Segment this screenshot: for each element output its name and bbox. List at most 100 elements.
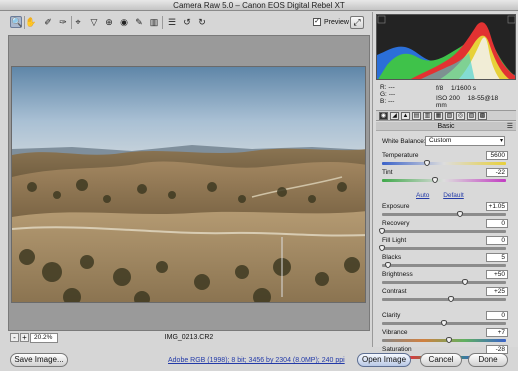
contrast-thumb[interactable] (448, 296, 455, 302)
done-button[interactable]: Done (468, 353, 508, 367)
g-value: --- (388, 91, 396, 99)
brush-icon[interactable]: ✎ (133, 16, 145, 28)
eyedropper-icon[interactable]: ✐ (42, 16, 54, 28)
workflow-options-link[interactable]: Adobe RGB (1998); 8 bit; 3456 by 2304 (8… (168, 357, 345, 364)
panel-menu-icon[interactable]: ☰ (507, 122, 513, 131)
rotate-right-icon[interactable]: ↻ (196, 16, 208, 28)
open-image-button[interactable]: Open Image (357, 353, 411, 367)
recovery-value-field[interactable]: 0 (486, 219, 508, 228)
brightness-label: Brightness (382, 271, 413, 278)
photo-preview (11, 66, 366, 303)
preview-checkbox[interactable]: ✓ (313, 18, 321, 26)
exposure-thumb[interactable] (457, 211, 464, 217)
straighten-icon[interactable]: ▽ (88, 16, 100, 28)
brightness-track[interactable] (382, 281, 506, 284)
info-readout: R: --- G: --- B: --- f/8 1/1600 s ISO 20… (376, 83, 516, 109)
rotate-left-icon[interactable]: ↺ (181, 16, 193, 28)
tab-lens-corrections[interactable]: ▦ (434, 112, 443, 120)
window-title: Camera Raw 5.0 – Canon EOS Digital Rebel… (0, 0, 518, 11)
contrast-track[interactable] (382, 298, 506, 301)
temperature-track[interactable] (382, 162, 506, 165)
graduated-filter-icon[interactable]: ▥ (148, 16, 160, 28)
clarity-label: Clarity (382, 312, 401, 319)
fill-light-track[interactable] (382, 247, 506, 250)
cancel-button[interactable]: Cancel (420, 353, 462, 367)
vibrance-slider[interactable]: Vibrance +7 (382, 328, 510, 346)
bottom-bar: Save Image... Adobe RGB (1998); 8 bit; 3… (0, 349, 518, 371)
brightness-slider[interactable]: Brightness +50 (382, 270, 510, 288)
temperature-thumb[interactable] (423, 160, 430, 166)
vibrance-value-field[interactable]: +7 (486, 328, 508, 337)
spot-removal-icon[interactable]: ⊕ (103, 16, 115, 28)
blacks-slider[interactable]: Blacks 5 (382, 253, 510, 271)
zoom-icon[interactable]: 🔍 (10, 16, 22, 28)
status-bar: - + 20.2% IMG_0213.CR2 (8, 332, 370, 344)
exposure-slider[interactable]: Exposure +1.05 (382, 202, 510, 220)
vibrance-label: Vibrance (382, 329, 408, 336)
image-preview-area[interactable] (8, 35, 370, 331)
tint-thumb[interactable] (432, 177, 439, 183)
brightness-value-field[interactable]: +50 (486, 270, 508, 279)
vibrance-track[interactable] (382, 339, 506, 342)
clarity-value-field[interactable]: 0 (486, 311, 508, 320)
blacks-thumb[interactable] (385, 262, 392, 268)
aperture-value: f/8 (436, 85, 444, 92)
tab-basic[interactable]: ◉ (379, 112, 388, 120)
fill-light-thumb[interactable] (379, 245, 385, 251)
tint-track[interactable] (382, 179, 506, 182)
red-eye-icon[interactable]: ◉ (118, 16, 130, 28)
tab-effects[interactable]: ▧ (445, 112, 454, 120)
fullscreen-icon[interactable]: ⤢ (350, 16, 364, 29)
recovery-track[interactable] (382, 230, 506, 233)
blacks-value-field[interactable]: 5 (486, 253, 508, 262)
rgb-readout: R: --- G: --- B: --- (380, 84, 395, 106)
fill-light-value-field[interactable]: 0 (486, 236, 508, 245)
save-image-button[interactable]: Save Image... (10, 353, 68, 367)
white-balance-select[interactable]: Custom ▾ (425, 136, 505, 146)
panel-title-text: Basic (437, 123, 455, 130)
histogram (376, 14, 516, 80)
tint-label: Tint (382, 169, 393, 176)
chevron-down-icon: ▾ (499, 138, 503, 144)
toolbar-separator (162, 16, 163, 29)
tab-presets[interactable]: ▨ (467, 112, 476, 120)
tint-slider[interactable]: Tint -22 (382, 168, 510, 186)
basic-panel: White Balance: Custom ▾ Auto Default Tem… (376, 132, 516, 360)
blacks-label: Blacks (382, 254, 402, 261)
image-filename: IMG_0213.CR2 (164, 334, 214, 341)
default-link[interactable]: Default (443, 192, 464, 199)
contrast-value-field[interactable]: +25 (486, 287, 508, 296)
temperature-value-field[interactable]: 5600 (486, 151, 508, 160)
b-label: B: (380, 98, 387, 106)
crop-icon[interactable]: ⌖ (72, 16, 84, 28)
vibrance-thumb[interactable] (445, 337, 452, 343)
temperature-slider[interactable]: Temperature 5600 (382, 151, 510, 169)
preview-label: Preview (324, 18, 349, 26)
preview-toggle[interactable]: ✓ Preview (313, 18, 349, 26)
blacks-track[interactable] (382, 264, 506, 267)
tab-snapshots[interactable]: ▩ (478, 112, 487, 120)
hand-icon[interactable]: ✋ (25, 16, 37, 28)
tab-hsl[interactable]: ▤ (412, 112, 421, 120)
adjustments-panel: R: --- G: --- B: --- f/8 1/1600 s ISO 20… (372, 12, 518, 360)
contrast-label: Contrast (382, 288, 407, 295)
contrast-slider[interactable]: Contrast +25 (382, 287, 510, 305)
shutter-value: 1/1600 s (451, 85, 476, 92)
color-sampler-icon[interactable]: ✑ (57, 16, 69, 28)
clarity-thumb[interactable] (441, 320, 447, 326)
tint-value-field[interactable]: -22 (486, 168, 508, 177)
r-label: R: (380, 84, 387, 91)
clarity-slider[interactable]: Clarity 0 (382, 311, 510, 329)
recovery-thumb[interactable] (379, 228, 385, 234)
tab-split-toning[interactable]: ▥ (423, 112, 432, 120)
tab-detail[interactable]: ▲ (401, 112, 410, 120)
tab-tone-curve[interactable]: ◢ (390, 112, 399, 120)
list-icon[interactable]: ☰ (166, 16, 178, 28)
brightness-thumb[interactable] (462, 279, 469, 285)
tab-camera-calibration[interactable]: ◎ (456, 112, 465, 120)
exposure-track[interactable] (382, 213, 506, 216)
auto-link[interactable]: Auto (416, 192, 429, 199)
exposure-value-field[interactable]: +1.05 (486, 202, 508, 211)
recovery-slider[interactable]: Recovery 0 (379, 219, 510, 237)
fill-light-slider[interactable]: Fill Light 0 (379, 236, 510, 254)
